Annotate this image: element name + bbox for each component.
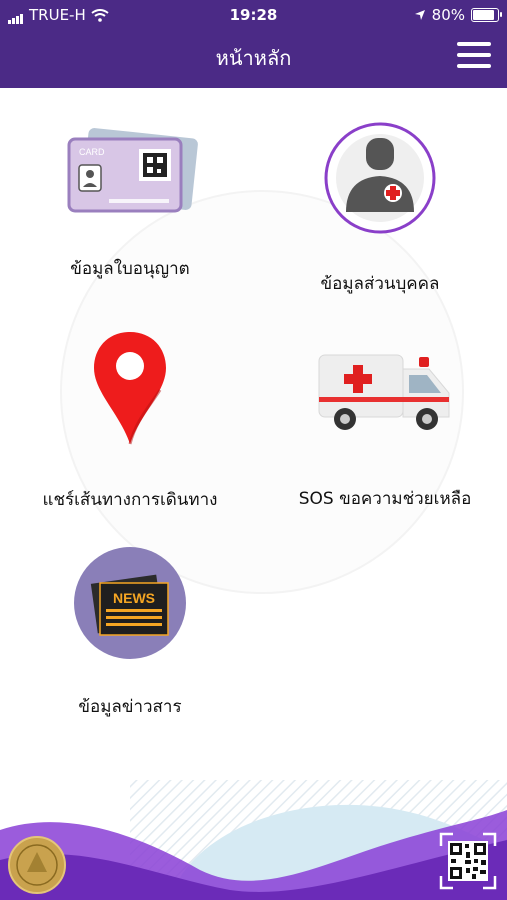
status-bar: TRUE-H 19:28 80% <box>0 0 507 30</box>
qr-code-icon[interactable] <box>439 832 497 890</box>
license-card-icon: CARD <box>67 128 198 213</box>
person-medical-icon <box>324 122 436 234</box>
newspaper-icon: NEWS <box>74 547 186 659</box>
news-badge-text: NEWS <box>113 590 155 606</box>
hamburger-menu-icon[interactable] <box>457 42 491 70</box>
share-route-button[interactable]: แชร์เส้นทางการเดินทาง <box>20 330 240 513</box>
battery-percent: 80% <box>431 6 465 24</box>
page-title: หน้าหลัก <box>215 46 292 70</box>
ambulance-icon <box>318 354 450 430</box>
agency-seal-logo <box>8 836 66 894</box>
battery-icon <box>471 8 502 22</box>
bottom-wave-decoration <box>0 780 507 900</box>
share-route-label: แชร์เส้นทางการเดินทาง <box>42 490 218 510</box>
map-pin-icon <box>94 332 166 445</box>
license-info-label: ข้อมูลใบอนุญาต <box>70 259 190 279</box>
sos-help-label: SOS ขอความช่วยเหลือ <box>298 489 472 509</box>
personal-info-button[interactable]: ข้อมูลส่วนบุคคล <box>290 120 470 297</box>
card-text: CARD <box>79 147 105 157</box>
personal-info-label: ข้อมูลส่วนบุคคล <box>320 274 440 294</box>
news-info-button[interactable]: NEWS ข้อมูลข่าวสาร <box>40 545 220 720</box>
license-info-button[interactable]: CARD ข้อมูลใบอนุญาต <box>40 125 220 282</box>
location-arrow-icon <box>414 10 425 20</box>
top-nav-bar: หน้าหลัก <box>0 30 507 88</box>
sos-help-button[interactable]: SOS ขอความช่วยเหลือ <box>280 345 490 512</box>
news-info-label: ข้อมูลข่าวสาร <box>78 697 182 717</box>
